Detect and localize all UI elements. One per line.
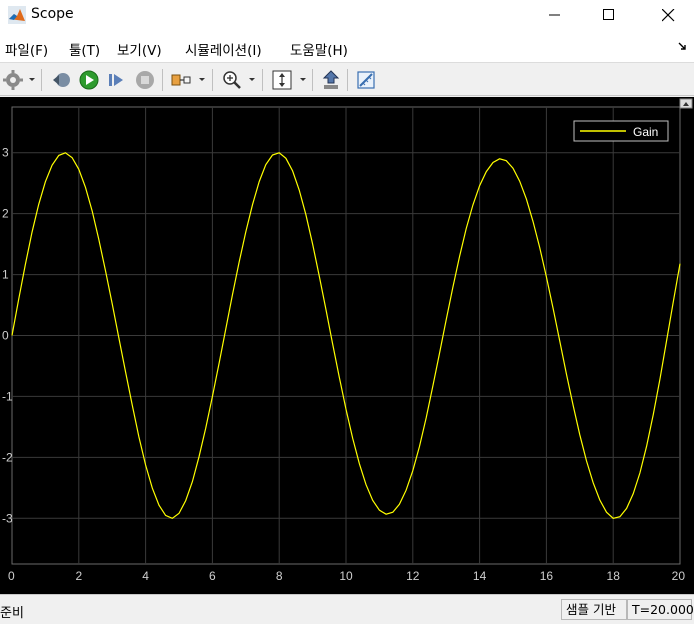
x-tick-label: 6 bbox=[209, 569, 216, 583]
stop-icon[interactable] bbox=[134, 69, 156, 91]
minimize-icon bbox=[549, 14, 560, 16]
menu-help[interactable]: 도움말(H) bbox=[290, 39, 348, 59]
y-tick-label: -1 bbox=[2, 389, 13, 403]
autoscale-dropdown-icon[interactable] bbox=[299, 73, 307, 85]
menu-bar: 파일(F) 툴(T) 보기(V) 시뮬레이션(I) 도움말(H) bbox=[0, 30, 694, 62]
x-tick-label: 20 bbox=[672, 569, 686, 583]
status-sample-mode: 샘플 기반 bbox=[561, 599, 627, 620]
matlab-logo-icon bbox=[8, 6, 26, 24]
close-icon bbox=[661, 8, 674, 21]
y-tick-labels: 3 2 1 0 -1 -2 -3 bbox=[2, 146, 13, 526]
close-button[interactable] bbox=[645, 0, 691, 30]
window-title: Scope bbox=[31, 6, 74, 22]
toolbar-separator bbox=[212, 69, 213, 91]
y-tick-label: 2 bbox=[2, 207, 9, 221]
step-forward-icon[interactable] bbox=[106, 69, 128, 91]
status-time: T=20.000 bbox=[627, 599, 694, 620]
run-icon[interactable] bbox=[78, 69, 100, 91]
x-tick-labels: 0 2 4 6 8 10 12 14 16 18 20 bbox=[8, 569, 685, 583]
scope-plot: 3210-1-2-3 0 2 4 6 8 10 12 14 16 18 20 Gain bbox=[2, 98, 693, 583]
y-tick-label: -2 bbox=[2, 450, 13, 464]
autoscale-icon[interactable] bbox=[271, 69, 293, 91]
toolbar bbox=[0, 62, 694, 96]
menu-file[interactable]: 파일(F) bbox=[5, 39, 48, 59]
toolbar-separator bbox=[262, 69, 263, 91]
signal-select-icon[interactable] bbox=[170, 69, 192, 91]
x-tick-label: 8 bbox=[276, 569, 283, 583]
menu-view[interactable]: 보기(V) bbox=[117, 39, 162, 59]
x-tick-label: 18 bbox=[607, 569, 621, 583]
dock-arrow-icon[interactable] bbox=[678, 41, 688, 51]
y-tick-label: 1 bbox=[2, 268, 9, 282]
status-bar: 준비 샘플 기반 T=20.000 bbox=[0, 594, 694, 624]
x-tick-label: 4 bbox=[142, 569, 149, 583]
y-tick-label: -3 bbox=[2, 511, 13, 525]
status-ready: 준비 bbox=[0, 606, 24, 621]
legend[interactable]: Gain bbox=[573, 120, 669, 142]
toolbar-separator bbox=[347, 69, 348, 91]
maximize-button[interactable] bbox=[586, 0, 632, 30]
gear-icon[interactable] bbox=[2, 69, 24, 91]
title-bar: Scope bbox=[0, 0, 694, 30]
x-tick-label: 0 bbox=[8, 569, 15, 583]
x-tick-label: 10 bbox=[339, 569, 353, 583]
toolbar-separator bbox=[312, 69, 313, 91]
x-tick-label: 12 bbox=[406, 569, 420, 583]
expand-button[interactable] bbox=[679, 98, 693, 109]
maximize-icon bbox=[603, 9, 614, 20]
toolbar-separator bbox=[162, 69, 163, 91]
zoom-dropdown-icon[interactable] bbox=[248, 73, 256, 85]
scope-display[interactable]: 3 2 1 0 -1 -2 -3 0 2 4 6 8 10 12 14 16 18 20 Gain bbox=[0, 97, 694, 594]
y-tick-label: 0 bbox=[2, 329, 9, 343]
y-tick-label: 3 bbox=[2, 146, 9, 160]
legend-label: Gain bbox=[633, 125, 658, 139]
x-tick-label: 14 bbox=[473, 569, 487, 583]
measure-icon[interactable] bbox=[355, 69, 377, 91]
x-tick-label: 16 bbox=[540, 569, 554, 583]
toolbar-separator bbox=[41, 69, 42, 91]
step-back-icon[interactable] bbox=[50, 69, 72, 91]
x-tick-label: 2 bbox=[75, 569, 82, 583]
menu-tools[interactable]: 툴(T) bbox=[69, 39, 100, 59]
zoom-icon[interactable] bbox=[221, 69, 243, 91]
gear-dropdown-icon[interactable] bbox=[28, 73, 36, 85]
highlight-block-icon[interactable] bbox=[320, 69, 342, 91]
menu-simulation[interactable]: 시뮬레이션(I) bbox=[185, 39, 262, 59]
minimize-button[interactable] bbox=[532, 0, 578, 30]
signal-dropdown-icon[interactable] bbox=[198, 73, 206, 85]
